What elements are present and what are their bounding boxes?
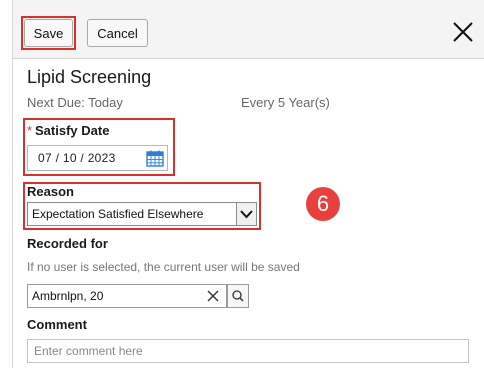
page-title: Lipid Screening xyxy=(27,67,152,87)
recorded-for-value[interactable]: Ambrnlpn, 20 xyxy=(32,289,103,303)
recorded-for-search-button[interactable] xyxy=(227,284,249,308)
satisfy-date-label: Satisfy Date xyxy=(35,123,110,138)
recorded-for-helper-text: If no user is selected, the current user… xyxy=(27,260,300,274)
search-icon xyxy=(232,290,244,302)
satisfy-date-value[interactable]: 07 / 10 / 2023 xyxy=(38,151,146,165)
reason-selected-value[interactable]: Expectation Satisfied Elsewhere xyxy=(32,207,237,221)
reason-label: Reason xyxy=(27,184,74,199)
form-content: Lipid Screening Next Due: Today Every 5 … xyxy=(13,59,484,368)
comment-label: Comment xyxy=(27,317,87,332)
required-marker: * xyxy=(27,123,33,138)
recorded-for-input[interactable]: Ambrnlpn, 20 xyxy=(27,284,227,308)
reason-select[interactable]: Expectation Satisfied Elsewhere xyxy=(27,202,257,226)
frequency-text: Every 5 Year(s) xyxy=(241,95,330,110)
close-icon[interactable] xyxy=(449,16,477,48)
toolbar: Save Cancel xyxy=(13,0,484,59)
save-button[interactable]: Save xyxy=(24,19,73,47)
clear-icon[interactable] xyxy=(206,289,220,303)
recorded-for-label: Recorded for xyxy=(27,236,108,251)
satisfy-date-input[interactable]: 07 / 10 / 2023 xyxy=(27,145,168,171)
comment-input[interactable] xyxy=(27,339,469,363)
calendar-icon[interactable] xyxy=(146,150,164,167)
step-badge: 6 xyxy=(306,187,340,221)
next-due-text: Next Due: Today xyxy=(27,95,123,110)
chevron-down-icon xyxy=(240,210,253,219)
cancel-button[interactable]: Cancel xyxy=(87,19,148,47)
satisfy-expectation-panel: Save Cancel Lipid Screening Next Due: To… xyxy=(12,0,484,368)
reason-dropdown-button[interactable] xyxy=(236,203,256,225)
